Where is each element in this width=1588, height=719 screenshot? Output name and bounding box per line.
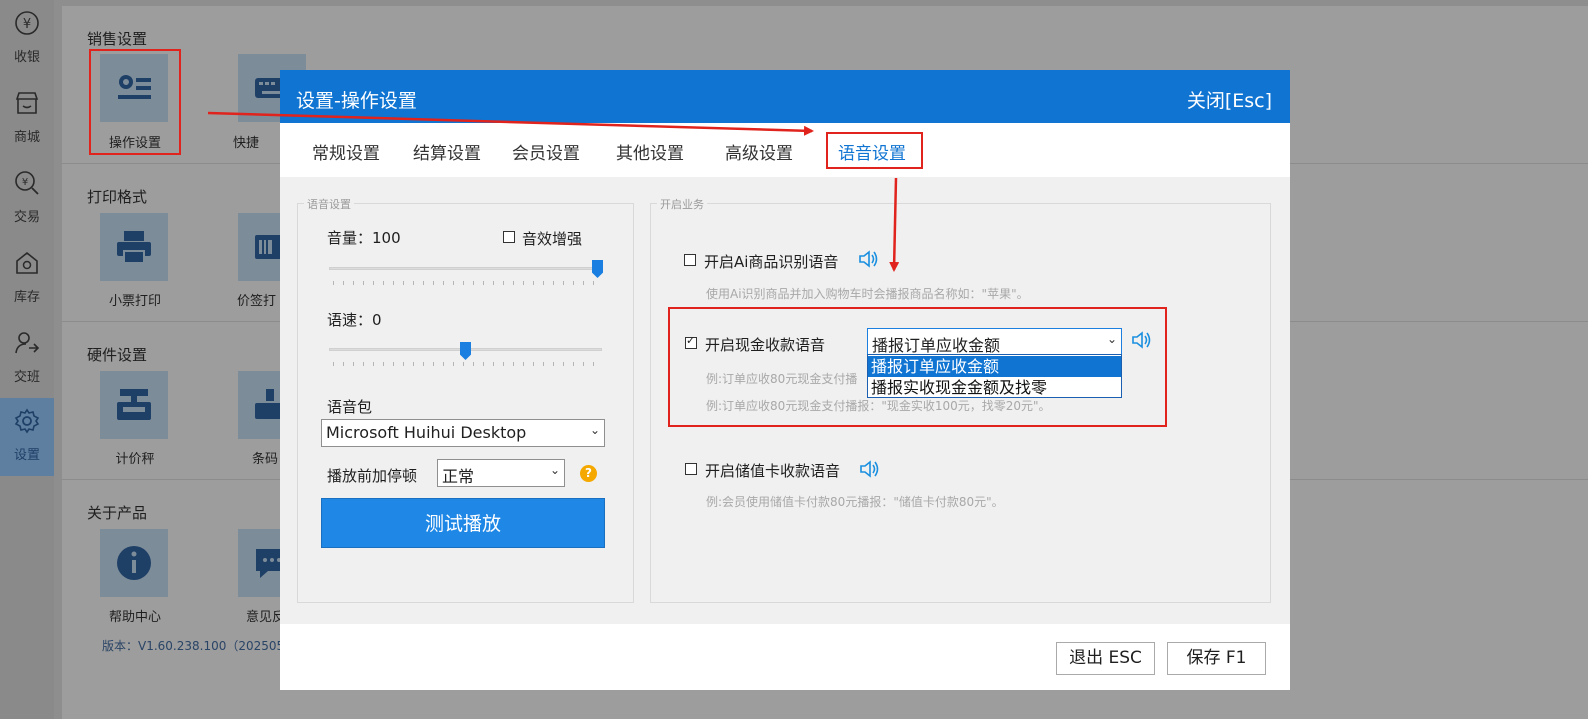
ai-voice-label: 开启Ai商品识别语音 <box>704 253 839 271</box>
speaker-icon[interactable] <box>859 460 879 478</box>
save-button[interactable]: 保存 F1 <box>1167 642 1266 675</box>
scale-icon <box>117 389 151 420</box>
section-title-print: 打印格式 <box>87 188 148 206</box>
svg-text:¥: ¥ <box>22 177 28 188</box>
nav-item-inventory[interactable]: 库存 <box>0 240 54 318</box>
annotation-highlight-tab <box>826 132 923 169</box>
nav-label: 收银 <box>13 50 40 65</box>
trade-icon: ¥ <box>15 171 39 195</box>
card-voice-checkbox[interactable] <box>685 463 697 475</box>
nav-label: 交易 <box>13 210 40 225</box>
tile-receipt-print[interactable] <box>100 213 168 281</box>
gear-icon <box>14 408 40 434</box>
volume-slider-ticks <box>333 281 601 285</box>
ai-voice-hint: 使用Ai识别商品并加入购物车时会播报商品名称如："苹果"。 <box>706 287 1029 301</box>
tile-scale[interactable] <box>100 371 168 439</box>
tab-member[interactable]: 会员设置 <box>512 139 580 164</box>
nav-label: 交班 <box>13 370 40 385</box>
modal-header: 设置-操作设置 关闭[Esc] <box>280 70 1290 123</box>
close-button[interactable]: 关闭[Esc] <box>1187 86 1272 113</box>
speed-label: 语速：0 <box>327 311 382 329</box>
svg-text:¥: ¥ <box>23 17 31 32</box>
chevron-down-icon: ⌄ <box>589 423 600 437</box>
speed-slider-ticks <box>333 362 601 366</box>
tab-other[interactable]: 其他设置 <box>616 139 684 164</box>
modal-title: 设置-操作设置 <box>296 90 417 112</box>
printer-icon <box>117 231 151 264</box>
nav-label: 库存 <box>13 290 40 305</box>
voice-pack-select[interactable]: Microsoft Huihui Desktop ⌄ <box>321 419 605 447</box>
volume-label: 音量：100 <box>327 229 401 247</box>
dropdown-option[interactable]: 播报实收现金金额及找零 <box>868 377 1121 398</box>
tab-advanced[interactable]: 高级设置 <box>725 139 793 164</box>
tile-label: 价签打 <box>237 294 277 309</box>
nav-label: 设置 <box>13 448 40 463</box>
pause-value: 正常 <box>442 467 475 486</box>
nav-item-cashier[interactable]: ¥ 收银 <box>0 0 54 78</box>
version-text: 版本：V1.60.238.100（2025051 <box>102 639 292 653</box>
volume-slider-track[interactable] <box>329 267 602 270</box>
enhance-checkbox[interactable] <box>503 231 515 243</box>
info-icon <box>117 546 151 580</box>
section-title-sales: 销售设置 <box>87 30 148 48</box>
tile-label: 快捷 <box>233 136 260 151</box>
nav-item-settings[interactable]: 设置 <box>0 398 54 476</box>
left-nav: ¥ 收银 商城 ¥ 交易 库存 交班 设置 <box>0 0 54 719</box>
tab-checkout[interactable]: 结算设置 <box>413 139 481 164</box>
dropdown-option[interactable]: 播报订单应收金额 <box>868 356 1121 377</box>
test-play-button[interactable]: 测试播放 <box>321 498 605 548</box>
ai-voice-checkbox[interactable] <box>684 254 696 266</box>
card-voice-label: 开启储值卡收款语音 <box>705 462 841 480</box>
nav-item-shift[interactable]: 交班 <box>0 320 54 398</box>
group-legend: 语音设置 <box>304 196 354 212</box>
section-title-hardware: 硬件设置 <box>87 346 148 364</box>
tab-bar: 常规设置 结算设置 会员设置 其他设置 高级设置 语音设置 <box>280 123 1290 177</box>
chevron-down-icon: ⌄ <box>549 463 560 477</box>
enhance-label: 音效增强 <box>522 230 583 248</box>
cash-broadcast-dropdown: 播报订单应收金额 播报实收现金金额及找零 <box>867 354 1122 398</box>
voice-pack-label: 语音包 <box>327 398 373 416</box>
voice-pack-value: Microsoft Huihui Desktop <box>326 423 527 442</box>
tile-label: 小票打印 <box>108 294 161 309</box>
tile-help-center[interactable] <box>100 529 168 597</box>
section-title-about: 关于产品 <box>87 504 148 522</box>
annotation-highlight-tile <box>89 49 181 155</box>
tab-general[interactable]: 常规设置 <box>312 139 380 164</box>
tile-label: 计价秤 <box>115 452 155 467</box>
nav-item-trade[interactable]: ¥ 交易 <box>0 160 54 238</box>
tile-label: 帮助中心 <box>108 610 161 625</box>
nav-label: 商城 <box>13 130 40 145</box>
group-legend: 开启业务 <box>657 196 707 212</box>
help-icon[interactable]: ? <box>580 465 597 482</box>
card-voice-hint: 例:会员使用储值卡付款80元播报："储值卡付款80元"。 <box>706 495 1004 509</box>
pause-select[interactable]: 正常 ⌄ <box>437 459 565 487</box>
exit-button[interactable]: 退出 ESC <box>1056 642 1155 675</box>
store-icon <box>15 92 39 114</box>
inventory-icon <box>16 251 38 274</box>
pause-label: 播放前加停顿 <box>327 467 418 485</box>
cashier-icon: ¥ <box>15 11 39 35</box>
speaker-icon[interactable] <box>858 250 878 268</box>
shift-icon <box>15 332 40 354</box>
nav-item-store[interactable]: 商城 <box>0 80 54 158</box>
